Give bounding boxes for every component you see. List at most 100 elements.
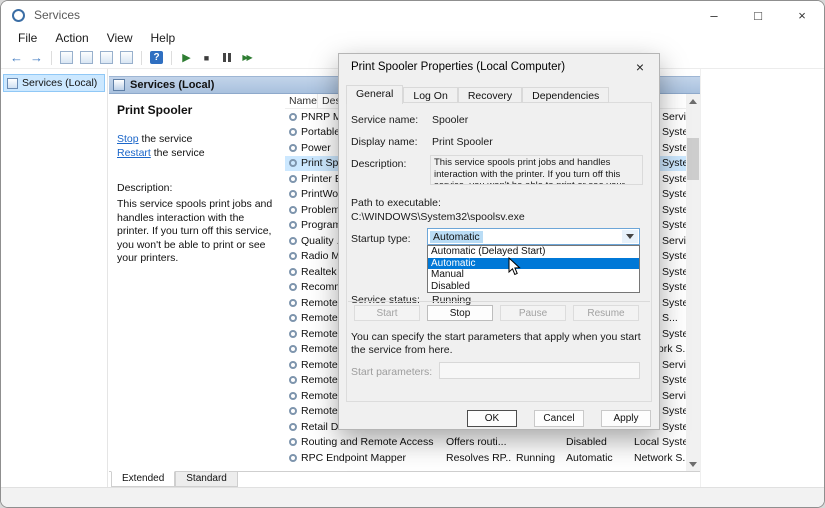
dialog-tab[interactable]: Recovery [458,87,522,103]
service-gear-icon [289,361,297,369]
dialog-description-text: This service spools print jobs and handl… [430,155,643,185]
view-tab[interactable]: Standard [175,472,238,487]
service-gear-icon [289,407,297,415]
app-gear-icon [12,9,25,22]
service-name-label: Service name: [351,114,418,126]
service-gear-icon [289,345,297,353]
pause-service-icon[interactable] [218,49,235,66]
service-gear-icon [289,190,297,198]
path-to-executable-value: C:\WINDOWS\System32\spoolsv.exe [351,211,525,223]
menu-item[interactable]: Help [142,31,185,45]
dropdown-option[interactable]: Automatic (Delayed Start) [428,246,639,258]
title-bar: Services – □ × [1,1,824,29]
startup-type-combobox[interactable]: Automatic [427,228,640,245]
console-header-icon [113,79,125,91]
service-gear-icon [289,144,297,152]
service-control-button[interactable]: Pause [500,305,566,321]
service-detail-panel: Print Spooler Stop the service Restart t… [109,94,285,471]
status-bar [1,487,824,507]
show-console-tree-icon[interactable] [58,49,75,66]
services-window: Services – □ × FileActionViewHelp ← → ? … [0,0,825,508]
startup-type-label: Startup type: [351,233,411,245]
help-icon[interactable]: ? [148,49,165,66]
display-name-value: Print Spooler [432,136,493,148]
dropdown-option[interactable]: Manual [428,269,639,281]
stop-service-link[interactable]: Stop [117,133,139,145]
dialog-tabs: GeneralLog OnRecoveryDependencies [346,85,609,103]
mouse-cursor [508,257,521,281]
close-button[interactable]: × [780,1,824,29]
restart-service-line: Restart the service [117,146,275,160]
dropdown-option[interactable]: Automatic [428,258,639,270]
description-label: Description: [117,182,275,194]
dialog-button[interactable]: Apply [601,410,651,427]
service-description: This service spools print jobs and handl… [117,198,275,266]
table-row[interactable]: RPC Endpoint Mapper Resolves RP... Runni… [285,450,686,466]
stop-service-icon[interactable]: ■ [198,49,215,66]
dropdown-option[interactable]: Disabled [428,281,639,293]
dialog-button[interactable]: Cancel [534,410,584,427]
startup-type-value: Automatic [430,231,483,243]
restart-service-link[interactable]: Restart [117,147,151,159]
chevron-down-icon[interactable] [622,230,638,243]
properties-icon[interactable] [98,49,115,66]
dialog-tab[interactable]: Log On [403,87,457,103]
service-control-buttons: Start Stop Pause Resume [354,305,639,321]
view-tab[interactable]: Extended [111,471,175,487]
dialog-title-bar: Print Spooler Properties (Local Computer… [339,54,659,80]
service-gear-icon [289,283,297,291]
scroll-up-icon[interactable] [686,94,700,108]
minimize-button[interactable]: – [692,1,736,29]
dialog-buttons: OK Cancel Apply [467,410,651,427]
console-tree-pane: Services (Local) [1,69,108,487]
menu-item[interactable]: View [98,31,142,45]
path-to-executable-label: Path to executable: [351,197,441,209]
stop-service-line: Stop the service [117,132,275,146]
dialog-tab[interactable]: Dependencies [522,87,609,103]
service-gear-icon [289,113,297,121]
service-gear-icon [289,268,297,276]
forward-icon[interactable]: → [28,49,45,66]
dialog-button[interactable]: OK [467,410,517,427]
back-icon[interactable]: ← [8,49,25,66]
menu-bar: FileActionViewHelp [1,29,824,47]
column-header[interactable]: Name [285,94,318,108]
dialog-close-icon[interactable]: × [621,54,659,80]
toolbar-separator [51,51,52,65]
view-tabs: ExtendedStandard [109,471,700,487]
service-gear-icon [289,376,297,384]
scrollbar-thumb[interactable] [687,138,699,180]
table-row[interactable]: Routing and Remote Access Offers routi..… [285,435,686,451]
service-gear-icon [289,438,297,446]
menu-item[interactable]: File [9,31,46,45]
service-name-value: Spooler [432,114,468,126]
start-parameters-input[interactable] [439,362,640,379]
service-gear-icon [289,299,297,307]
tree-item-services-local[interactable]: Services (Local) [3,74,105,92]
service-control-button[interactable]: Stop [427,305,493,321]
dialog-tab[interactable]: General [346,85,403,104]
startup-type-dropdown: Automatic (Delayed Start)AutomaticManual… [427,245,640,293]
export-list-icon[interactable] [78,49,95,66]
list-scrollbar[interactable] [686,94,700,471]
service-gear-icon [289,252,297,260]
menu-item[interactable]: Action [46,31,97,45]
window-controls: – □ × [692,1,824,29]
restart-service-icon[interactable]: ▶▶ [238,49,255,66]
maximize-button[interactable]: □ [736,1,780,29]
service-control-button[interactable]: Resume [573,305,639,321]
service-control-button[interactable]: Start [354,305,420,321]
display-name-label: Display name: [351,136,418,148]
start-parameters-note: You can specify the start parameters tha… [351,331,653,356]
service-gear-icon [289,454,297,462]
console-header-label: Services (Local) [130,79,214,91]
service-gear-icon [289,128,297,136]
service-gear-icon [289,314,297,322]
scroll-down-icon[interactable] [686,457,700,471]
selected-service-title: Print Spooler [117,103,275,117]
start-service-icon[interactable]: ▶ [178,49,195,66]
service-gear-icon [289,206,297,214]
refresh-icon[interactable] [118,49,135,66]
console-icon [7,78,18,89]
window-title: Services [34,8,80,22]
